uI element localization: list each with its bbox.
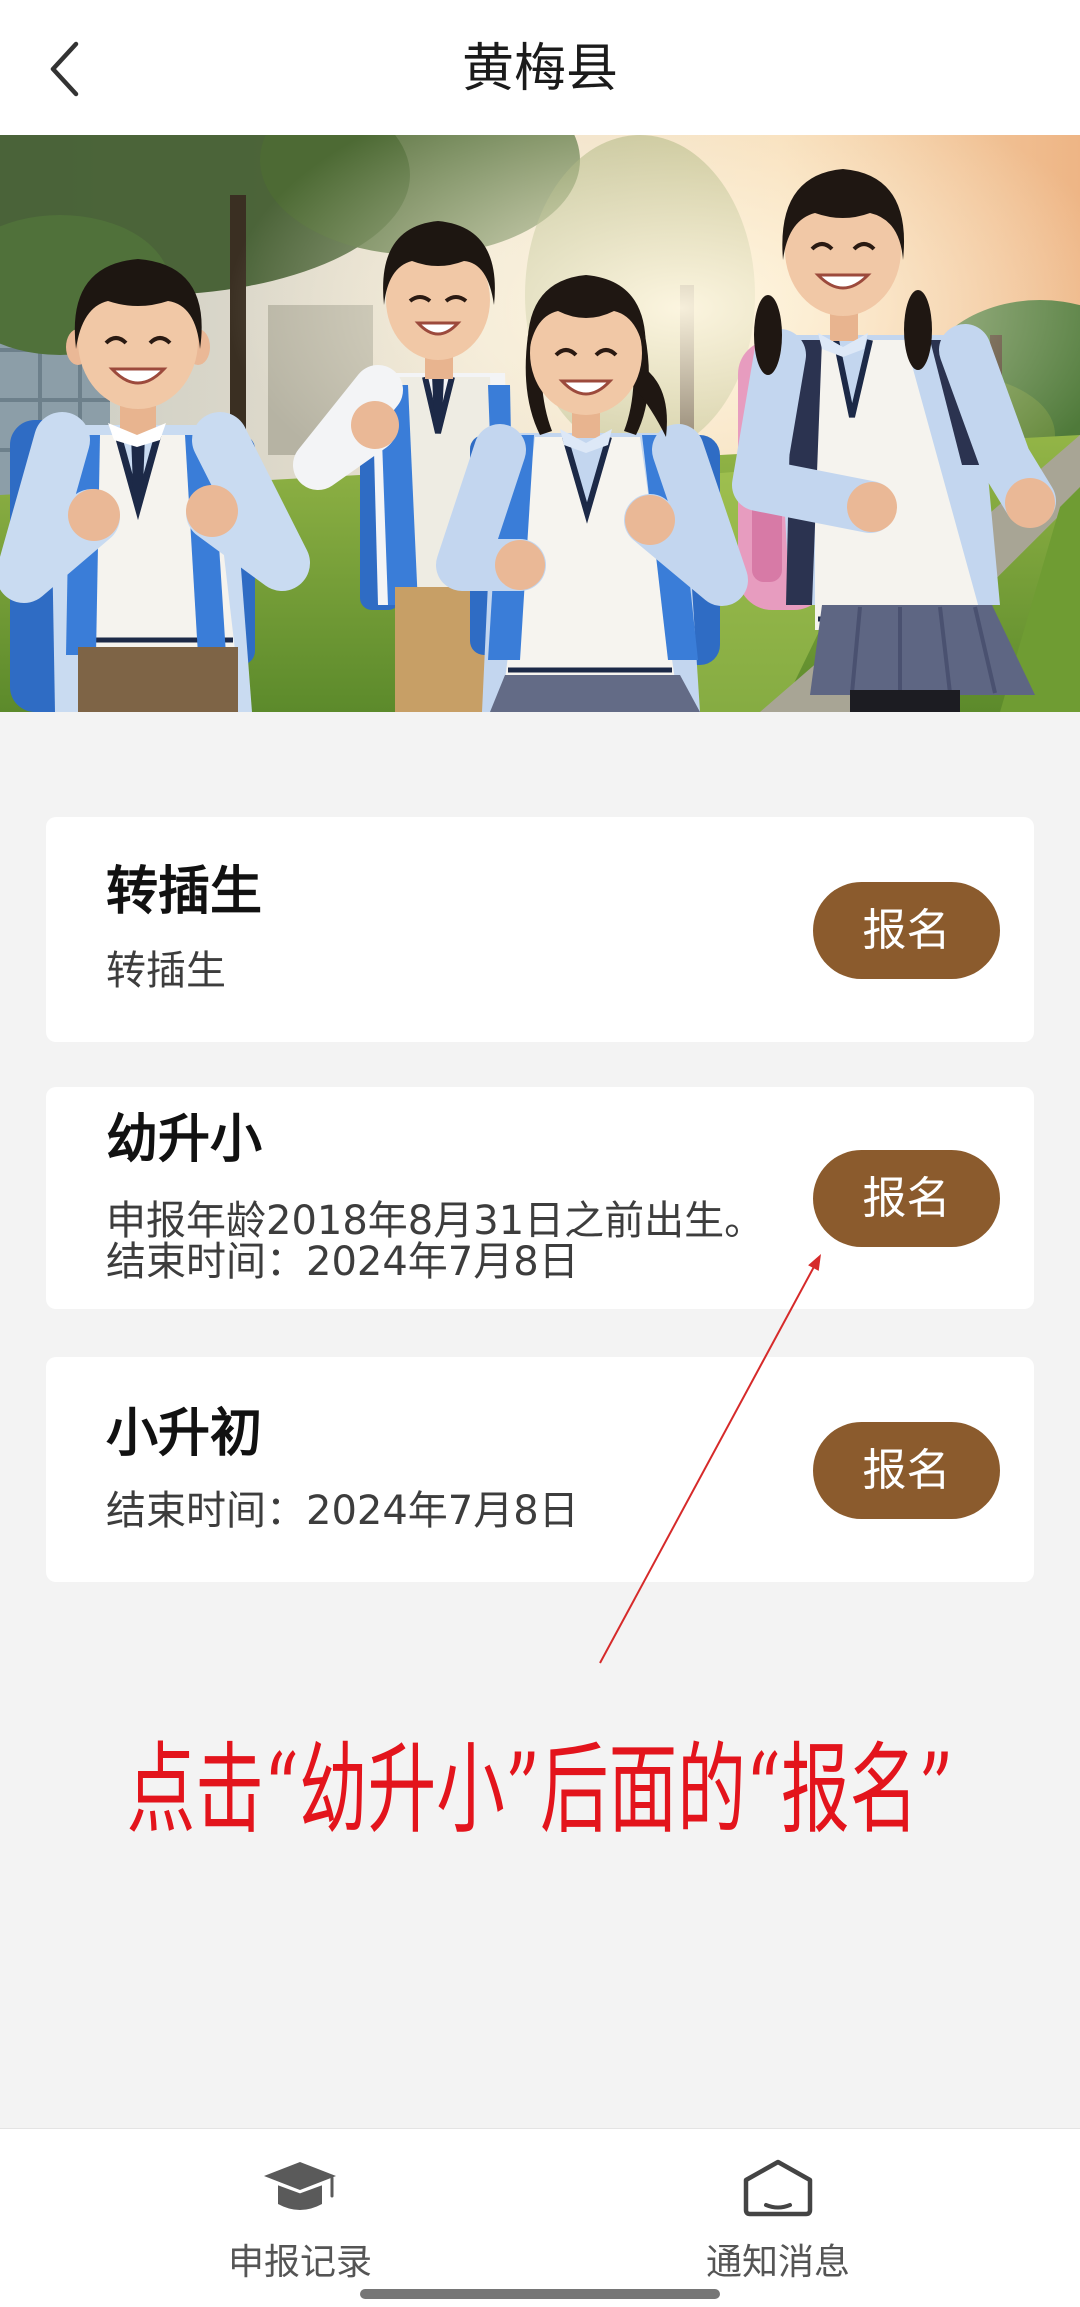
card-title: 幼升小 (106, 1110, 263, 1170)
banner-photo (0, 135, 1080, 712)
top-app-bar: 黄梅县 (0, 0, 1080, 135)
home-indicator (360, 2289, 720, 2299)
card-title: 小升初 (106, 1404, 263, 1464)
annotation-arrow (599, 1254, 821, 1664)
registration-card-transfer: 转插生 转插生 报名 (46, 817, 1034, 1042)
chevron-left-icon (50, 41, 79, 97)
register-button[interactable]: 报名 (813, 1421, 1000, 1519)
registration-card-kindergarten-to-primary: 幼升小 申报年龄2018年8月31日之前出生。 结束时间：2024年7月8日 报… (46, 1087, 1034, 1309)
mail-icon (743, 2159, 813, 2217)
register-button[interactable]: 报名 (813, 881, 1000, 979)
nav-label: 通知消息 (705, 2242, 850, 2283)
annotation-arrow-head (808, 1254, 821, 1271)
back-button[interactable] (40, 36, 88, 102)
register-button[interactable]: 报名 (813, 1150, 1000, 1247)
registration-card-primary-to-junior: 小升初 结束时间：2024年7月8日 报名 (46, 1357, 1034, 1582)
annotation-text-wrapper: 点击“幼升小”后面的“报名” (0, 1732, 1080, 1847)
card-deadline: 结束时间：2024年7月8日 (106, 1488, 579, 1534)
card-deadline: 结束时间：2024年7月8日 (106, 1239, 579, 1285)
bottom-navigation: 申报记录 通知消息 (0, 2128, 1080, 2307)
annotation-arrow-shaft (599, 1262, 817, 1664)
nav-item-notifications[interactable]: 通知消息 (658, 2129, 898, 2307)
annotation-text: 点击“幼升小”后面的“报名” (126, 1731, 954, 1848)
nav-label: 申报记录 (227, 2242, 372, 2283)
graduation-cap-icon (264, 2162, 336, 2210)
card-description: 申报年龄2018年8月31日之前出生。 (106, 1198, 765, 1244)
card-description: 转插生 (106, 948, 226, 994)
nav-item-application-records[interactable]: 申报记录 (180, 2129, 420, 2307)
page-title: 黄梅县 (461, 39, 618, 99)
card-title: 转插生 (106, 862, 263, 922)
banner (0, 135, 1080, 712)
